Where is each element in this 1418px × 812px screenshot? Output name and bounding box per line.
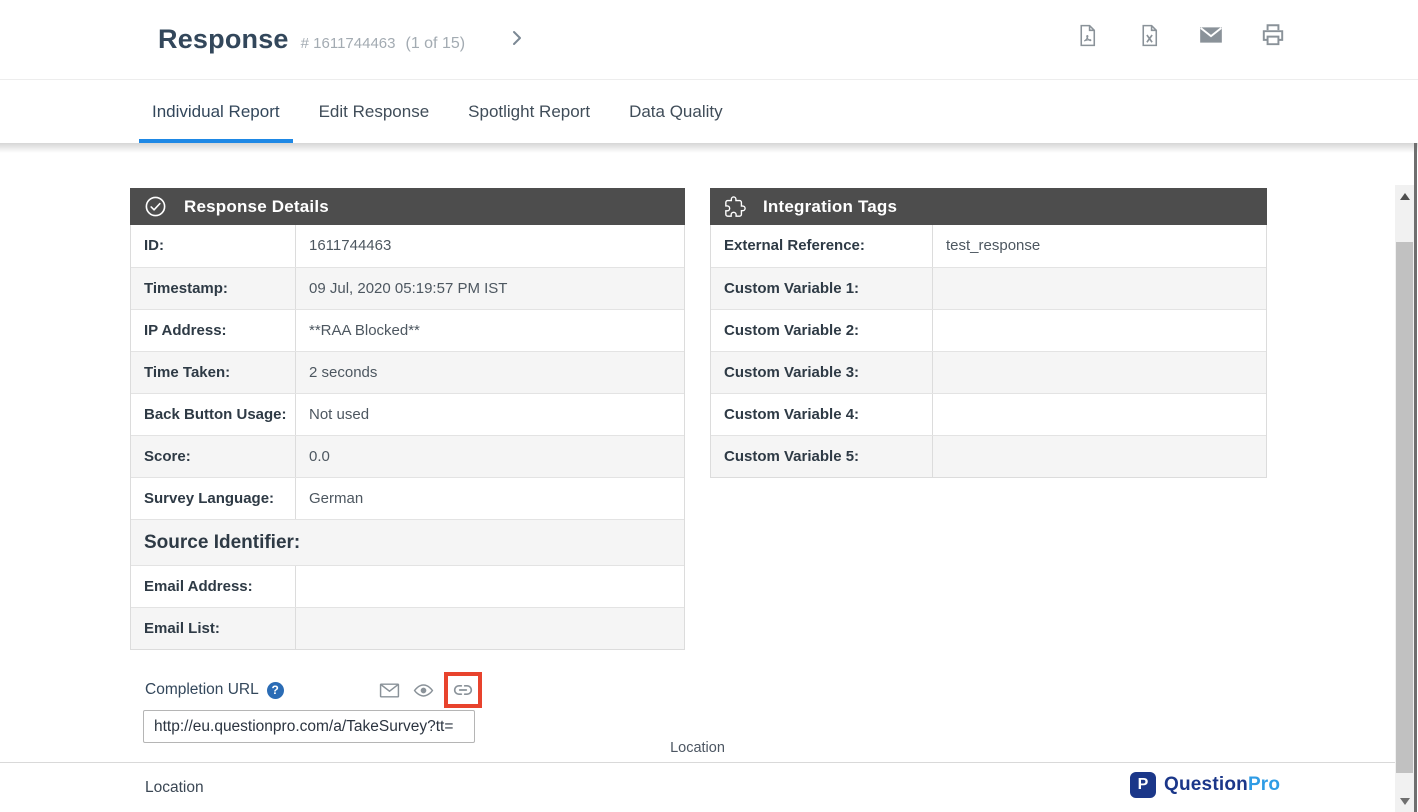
row-value bbox=[933, 394, 1266, 435]
completion-url-row: Completion URL bbox=[145, 671, 482, 709]
questionpro-logo-mark: P bbox=[1130, 772, 1156, 798]
row-value bbox=[296, 566, 684, 607]
table-row: External Reference: test_response bbox=[711, 225, 1266, 267]
scroll-down-button[interactable] bbox=[1395, 790, 1414, 812]
row-value: Not used bbox=[296, 394, 684, 435]
table-row: ID: 1611744463 bbox=[131, 225, 684, 267]
row-value: **RAA Blocked** bbox=[296, 310, 684, 351]
window-edge bbox=[1414, 143, 1417, 812]
help-icon[interactable] bbox=[267, 682, 284, 699]
row-label: Survey Language: bbox=[131, 478, 296, 519]
scroll-up-button[interactable] bbox=[1395, 185, 1414, 207]
row-label: Score: bbox=[131, 436, 296, 477]
row-label: Custom Variable 1: bbox=[711, 268, 933, 309]
table-row: Custom Variable 4: bbox=[711, 393, 1266, 435]
page-header: Response # 1611744463 (1 of 15) bbox=[0, 0, 1418, 80]
triangle-down-icon bbox=[1400, 798, 1410, 805]
table-row: Source Identifier: bbox=[131, 519, 684, 565]
row-value bbox=[933, 436, 1266, 477]
tab-individual-report[interactable]: Individual Report bbox=[139, 81, 293, 143]
section-divider bbox=[0, 762, 1413, 763]
print-icon[interactable] bbox=[1260, 22, 1286, 48]
page-title: Response bbox=[158, 24, 289, 55]
excel-export-icon[interactable] bbox=[1136, 22, 1162, 48]
vertical-scrollbar[interactable] bbox=[1395, 185, 1414, 812]
email-icon[interactable] bbox=[1198, 22, 1224, 48]
copy-link-icon[interactable] bbox=[452, 679, 474, 701]
panel-title: Integration Tags bbox=[763, 197, 897, 217]
completion-url-input[interactable] bbox=[143, 710, 475, 743]
row-value: 0.0 bbox=[296, 436, 684, 477]
row-label: Custom Variable 4: bbox=[711, 394, 933, 435]
response-details-table: ID: 1611744463 Timestamp: 09 Jul, 2020 0… bbox=[130, 225, 685, 650]
panel-title: Response Details bbox=[184, 197, 329, 217]
row-label: Back Button Usage: bbox=[131, 394, 296, 435]
response-details-header: Response Details bbox=[130, 188, 685, 225]
row-value: German bbox=[296, 478, 684, 519]
report-tabs: Individual ReportEdit ResponseSpotlight … bbox=[0, 81, 1418, 143]
row-value bbox=[933, 268, 1266, 309]
row-value bbox=[296, 608, 684, 649]
table-row: Survey Language: German bbox=[131, 477, 684, 519]
triangle-up-icon bbox=[1400, 193, 1410, 200]
row-label: Custom Variable 2: bbox=[711, 310, 933, 351]
send-email-icon[interactable] bbox=[378, 679, 400, 701]
scrollbar-thumb[interactable] bbox=[1396, 242, 1413, 773]
title-group: Response # 1611744463 (1 of 15) bbox=[158, 24, 527, 55]
response-id: # 1611744463 bbox=[301, 35, 396, 52]
row-label: Email Address: bbox=[131, 566, 296, 607]
row-label: Email List: bbox=[131, 608, 296, 649]
next-response-button[interactable] bbox=[507, 28, 527, 48]
row-label: Source Identifier: bbox=[131, 520, 684, 565]
check-circle-icon bbox=[144, 195, 167, 218]
table-row: Custom Variable 2: bbox=[711, 309, 1266, 351]
row-label: Time Taken: bbox=[131, 352, 296, 393]
response-details-panel: Response Details ID: 1611744463 Timestam… bbox=[130, 188, 685, 650]
integration-tags-header: Integration Tags bbox=[710, 188, 1267, 225]
table-row: Email Address: bbox=[131, 565, 684, 607]
row-value: 09 Jul, 2020 05:19:57 PM IST bbox=[296, 268, 684, 309]
row-label: External Reference: bbox=[711, 225, 933, 267]
tabbar-shadow bbox=[0, 143, 1418, 153]
row-value bbox=[933, 352, 1266, 393]
chevron-right-icon bbox=[507, 28, 527, 48]
row-label: Timestamp: bbox=[131, 268, 296, 309]
annotation-highlight-box bbox=[444, 672, 482, 708]
table-row: Custom Variable 1: bbox=[711, 267, 1266, 309]
table-row: IP Address: **RAA Blocked** bbox=[131, 309, 684, 351]
header-toolbar bbox=[1074, 22, 1286, 48]
table-row: Email List: bbox=[131, 607, 684, 649]
response-position: (1 of 15) bbox=[405, 35, 465, 53]
table-row: Back Button Usage: Not used bbox=[131, 393, 684, 435]
questionpro-logo-text: QuestionPro bbox=[1164, 774, 1280, 796]
pdf-export-icon[interactable] bbox=[1074, 22, 1100, 48]
row-value: 1611744463 bbox=[296, 225, 684, 267]
table-row: Custom Variable 3: bbox=[711, 351, 1266, 393]
row-label: Custom Variable 5: bbox=[711, 436, 933, 477]
row-value: test_response bbox=[933, 225, 1266, 267]
integration-tags-table: External Reference: test_response Custom… bbox=[710, 225, 1267, 478]
tab-spotlight-report[interactable]: Spotlight Report bbox=[455, 81, 603, 143]
row-label: ID: bbox=[131, 225, 296, 267]
row-label: Custom Variable 3: bbox=[711, 352, 933, 393]
row-label: IP Address: bbox=[131, 310, 296, 351]
location-heading-center: Location bbox=[0, 740, 1395, 756]
tab-edit-response[interactable]: Edit Response bbox=[306, 81, 443, 143]
table-row: Timestamp: 09 Jul, 2020 05:19:57 PM IST bbox=[131, 267, 684, 309]
integration-tags-panel: Integration Tags External Reference: tes… bbox=[710, 188, 1267, 478]
row-value bbox=[933, 310, 1266, 351]
table-row: Custom Variable 5: bbox=[711, 435, 1266, 477]
puzzle-icon bbox=[724, 196, 746, 218]
location-heading: Location bbox=[145, 779, 204, 797]
table-row: Time Taken: 2 seconds bbox=[131, 351, 684, 393]
row-value: 2 seconds bbox=[296, 352, 684, 393]
table-row: Score: 0.0 bbox=[131, 435, 684, 477]
completion-url-label: Completion URL bbox=[145, 681, 259, 699]
questionpro-logo[interactable]: P QuestionPro bbox=[1130, 772, 1280, 798]
preview-eye-icon[interactable] bbox=[412, 679, 434, 701]
tab-data-quality[interactable]: Data Quality bbox=[616, 81, 736, 143]
